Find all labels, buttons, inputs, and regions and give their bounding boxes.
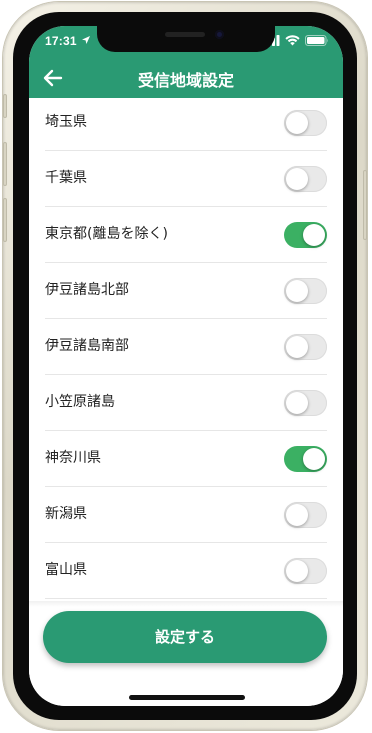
toggle-knob bbox=[286, 168, 308, 190]
region-label: 東京都(離島を除く) bbox=[45, 226, 168, 242]
front-camera bbox=[215, 30, 224, 39]
toggle-knob bbox=[286, 504, 308, 526]
battery-icon bbox=[305, 35, 328, 46]
toggle-knob bbox=[286, 336, 308, 358]
region-label: 神奈川県 bbox=[45, 450, 101, 466]
region-toggle[interactable] bbox=[284, 222, 327, 248]
footer-divider bbox=[29, 601, 343, 607]
toggle-knob bbox=[303, 224, 325, 246]
location-arrow-icon bbox=[82, 36, 90, 44]
region-row: 伊豆諸島北部 bbox=[45, 263, 327, 319]
region-toggle[interactable] bbox=[284, 390, 327, 416]
region-row: 新潟県 bbox=[45, 487, 327, 543]
app-screen: 17:31 受信地域設定 埼玉県千葉県東京都(離島を除く) 伊豆諸島北部 伊豆諸島南… bbox=[29, 26, 343, 706]
earpiece-speaker bbox=[165, 32, 205, 37]
region-label: 伊豆諸島南部 bbox=[45, 338, 129, 354]
save-button[interactable]: 設定する bbox=[43, 611, 327, 663]
toggle-knob bbox=[286, 112, 308, 134]
region-row: 富山県 bbox=[45, 543, 327, 599]
wifi-icon bbox=[285, 35, 300, 46]
volume-down-button bbox=[3, 198, 7, 242]
region-label: 新潟県 bbox=[45, 506, 87, 522]
region-row: 東京都(離島を除く) bbox=[45, 207, 327, 263]
region-row: 伊豆諸島南部 bbox=[45, 319, 327, 375]
power-button bbox=[363, 170, 367, 240]
region-toggle[interactable] bbox=[284, 278, 327, 304]
device-notch bbox=[97, 26, 275, 52]
volume-up-button bbox=[3, 142, 7, 186]
region-toggle[interactable] bbox=[284, 334, 327, 360]
region-toggle[interactable] bbox=[284, 110, 327, 136]
page-title: 受信地域設定 bbox=[137, 71, 234, 90]
region-label: 富山県 bbox=[45, 562, 87, 578]
region-row: 神奈川県 bbox=[45, 431, 327, 487]
region-row: 埼玉県 bbox=[45, 98, 327, 151]
toggle-knob bbox=[286, 280, 308, 302]
region-toggle[interactable] bbox=[284, 558, 327, 584]
region-label: 伊豆諸島北部 bbox=[45, 282, 129, 298]
region-toggle[interactable] bbox=[284, 502, 327, 528]
region-toggle[interactable] bbox=[284, 166, 327, 192]
status-time: 17:31 bbox=[45, 34, 77, 48]
region-row: 千葉県 bbox=[45, 151, 327, 207]
region-label: 千葉県 bbox=[45, 170, 87, 186]
region-label: 小笠原諸島 bbox=[45, 394, 115, 410]
home-indicator bbox=[129, 695, 245, 700]
toggle-knob bbox=[286, 560, 308, 582]
region-list: 埼玉県千葉県東京都(離島を除く) 伊豆諸島北部 伊豆諸島南部 小笠原諸島神奈川県新潟県… bbox=[29, 98, 343, 601]
region-label: 埼玉県 bbox=[45, 114, 87, 130]
footer: 設定する bbox=[29, 601, 343, 706]
region-toggle[interactable] bbox=[284, 446, 327, 472]
silent-switch bbox=[3, 94, 7, 118]
toggle-knob bbox=[303, 448, 325, 470]
toggle-knob bbox=[286, 392, 308, 414]
region-row: 小笠原諸島 bbox=[45, 375, 327, 431]
